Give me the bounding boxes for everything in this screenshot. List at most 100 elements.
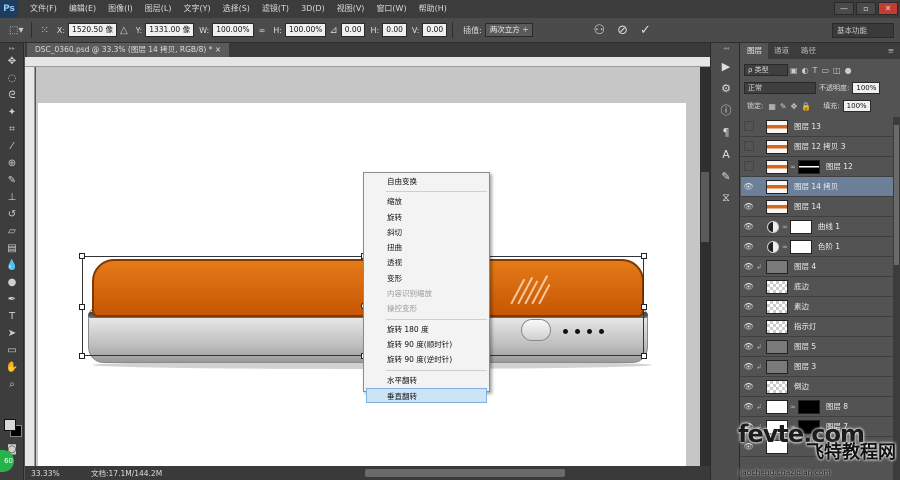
shape-tool-icon[interactable]: ▭	[0, 342, 24, 359]
fill-field[interactable]: 100%	[842, 100, 871, 112]
layer-thumbnail[interactable]	[766, 259, 788, 274]
vertical-scrollbar[interactable]	[700, 67, 710, 466]
layer-row[interactable]: 👁 ↲ 图层 4	[741, 257, 893, 277]
character-icon[interactable]: A	[711, 143, 741, 165]
commit-transform-icon[interactable]: ✓	[640, 23, 651, 38]
link-icon[interactable]: ∞	[259, 26, 266, 35]
layer-row[interactable]: 👁 底边	[741, 277, 893, 297]
layer-mask-thumbnail[interactable]	[789, 239, 812, 254]
layer-visibility-eye-icon[interactable]: 👁	[741, 342, 756, 351]
context-menu-item[interactable]: 水平翻转	[364, 373, 489, 388]
layer-row[interactable]: 👁 倒边	[741, 377, 893, 397]
layer-row[interactable]: 👁 指示灯	[741, 317, 893, 337]
menu-item[interactable]: 图像(I)	[102, 0, 139, 18]
context-menu-item[interactable]: 缩放	[364, 194, 489, 209]
mask-link-icon[interactable]: ∞	[782, 243, 788, 251]
mask-link-icon[interactable]: ∞	[782, 223, 788, 231]
layer-visibility-eye-icon[interactable]: 👁	[741, 362, 756, 371]
warp-mode-icon[interactable]: ⚇	[593, 23, 605, 38]
layer-visibility-eye-icon[interactable]: 👁	[741, 282, 756, 291]
height-field[interactable]: 100.00%	[285, 23, 327, 37]
opacity-field[interactable]: 100%	[852, 82, 881, 94]
layer-visibility-eye-icon[interactable]: 👁	[741, 402, 756, 411]
layer-thumbnail[interactable]	[766, 279, 788, 294]
layer-mask-thumbnail[interactable]	[789, 219, 812, 234]
tab-channels[interactable]: 通道	[768, 43, 795, 59]
layer-visibility-eye-icon[interactable]: 👁	[741, 302, 756, 311]
lasso-tool-icon[interactable]: ᘓ	[0, 87, 24, 104]
foreground-color-swatch[interactable]	[4, 419, 16, 431]
zoom-level[interactable]: 33.33%	[31, 469, 71, 478]
context-menu-item[interactable]: 透视	[364, 255, 489, 270]
menu-item[interactable]: 帮助(H)	[413, 0, 453, 18]
vertical-scroll-thumb[interactable]	[701, 172, 709, 242]
layer-thumbnail[interactable]	[766, 339, 788, 354]
mask-link-icon[interactable]: ∞	[790, 163, 796, 171]
layer-thumbnail[interactable]	[766, 399, 788, 414]
blur-tool-icon[interactable]: 💧	[0, 257, 24, 274]
crop-tool-icon[interactable]: ⌗	[0, 121, 24, 138]
eyedropper-tool-icon[interactable]: ⁄	[0, 138, 24, 155]
layer-thumbnail[interactable]	[766, 319, 788, 334]
transform-handle-top-right[interactable]	[641, 253, 647, 259]
interpolation-select[interactable]: 两次立方 ÷	[484, 23, 534, 37]
menu-item[interactable]: 3D(D)	[295, 0, 331, 18]
layer-thumbnail[interactable]	[766, 179, 788, 194]
menu-item[interactable]: 编辑(E)	[63, 0, 102, 18]
context-menu-item[interactable]: 旋转 90 度(顺时针)	[364, 337, 489, 352]
filter-toggle-icon[interactable]: ●	[845, 66, 852, 75]
tab-paths[interactable]: 路径	[795, 43, 822, 59]
menu-item[interactable]: 图层(L)	[139, 0, 178, 18]
layer-thumbnail[interactable]	[766, 199, 788, 214]
brush-preset-icon[interactable]: ✎	[711, 165, 741, 187]
history-brush-tool-icon[interactable]: ↺	[0, 206, 24, 223]
panel-menu-icon[interactable]: ≡	[882, 43, 900, 59]
layer-visibility-eye-icon[interactable]: 👁	[741, 382, 756, 391]
hand-tool-icon[interactable]: ✋	[0, 359, 24, 376]
layer-row[interactable]: 👁 素边	[741, 297, 893, 317]
width-field[interactable]: 100.00%	[212, 23, 254, 37]
pen-tool-icon[interactable]: ✒	[0, 291, 24, 308]
filter-shape-icon[interactable]: ▭	[821, 66, 829, 75]
hskew-field[interactable]: 0.00	[382, 23, 407, 37]
transform-handle-bottom-right[interactable]	[641, 353, 647, 359]
layer-row[interactable]: ∞ 图层 12	[741, 157, 893, 177]
transform-tool-icon[interactable]: ⬚▾	[9, 25, 23, 36]
angle-field[interactable]: 0.00	[340, 23, 366, 37]
layer-filter-select[interactable]: ρ 类型	[744, 64, 788, 76]
context-menu-item[interactable]: 扭曲	[364, 240, 489, 255]
horizontal-scroll-thumb[interactable]	[365, 469, 565, 477]
layer-row[interactable]: 👁 ∞ 色阶 1	[741, 237, 893, 257]
dodge-tool-icon[interactable]: ●	[0, 274, 24, 291]
context-menu-item[interactable]: 旋转 180 度	[364, 322, 489, 337]
layer-row[interactable]: 图层 13	[741, 117, 893, 137]
menu-item[interactable]: 选择(S)	[217, 0, 256, 18]
properties-icon[interactable]: ⓘ	[711, 99, 741, 121]
layer-row[interactable]: 👁 图层 14	[741, 197, 893, 217]
transform-handle-bottom-left[interactable]	[79, 353, 85, 359]
layer-visibility-eye-icon[interactable]	[741, 141, 756, 153]
color-swatches[interactable]	[4, 419, 22, 437]
zoom-tool-icon[interactable]: ⌕	[0, 376, 24, 393]
layer-row[interactable]: 👁 ∞ 曲线 1	[741, 217, 893, 237]
layer-thumbnail[interactable]	[766, 159, 788, 174]
document-tab[interactable]: DSC_0360.psd @ 33.3% (图层 14 拷贝, RGB/8) *…	[27, 43, 230, 57]
mask-link-icon[interactable]: ∞	[790, 403, 796, 411]
filter-pixel-icon[interactable]: ▣	[790, 66, 798, 75]
play-actions-icon[interactable]: ▶	[711, 55, 741, 77]
layers-scrollbar[interactable]	[893, 117, 900, 480]
menu-item[interactable]: 视图(V)	[331, 0, 371, 18]
context-menu-item[interactable]: 自由变换	[364, 174, 489, 189]
cancel-transform-icon[interactable]: ⊘	[617, 23, 628, 38]
transform-handle-top-left[interactable]	[79, 253, 85, 259]
layer-visibility-eye-icon[interactable]: 👁	[741, 242, 756, 251]
healing-brush-tool-icon[interactable]: ⊕	[0, 155, 24, 172]
lock-image-icon[interactable]: ✎	[780, 102, 787, 111]
brush-tool-icon[interactable]: ✎	[0, 172, 24, 189]
lock-transparency-icon[interactable]: ▦	[768, 102, 776, 111]
filter-adjustment-icon[interactable]: ◐	[802, 66, 809, 75]
layer-thumbnail[interactable]	[766, 139, 788, 154]
blend-mode-select[interactable]: 正常	[744, 82, 816, 94]
path-selection-tool-icon[interactable]: ➤	[0, 325, 24, 342]
layer-mask-thumbnail[interactable]	[797, 399, 820, 414]
